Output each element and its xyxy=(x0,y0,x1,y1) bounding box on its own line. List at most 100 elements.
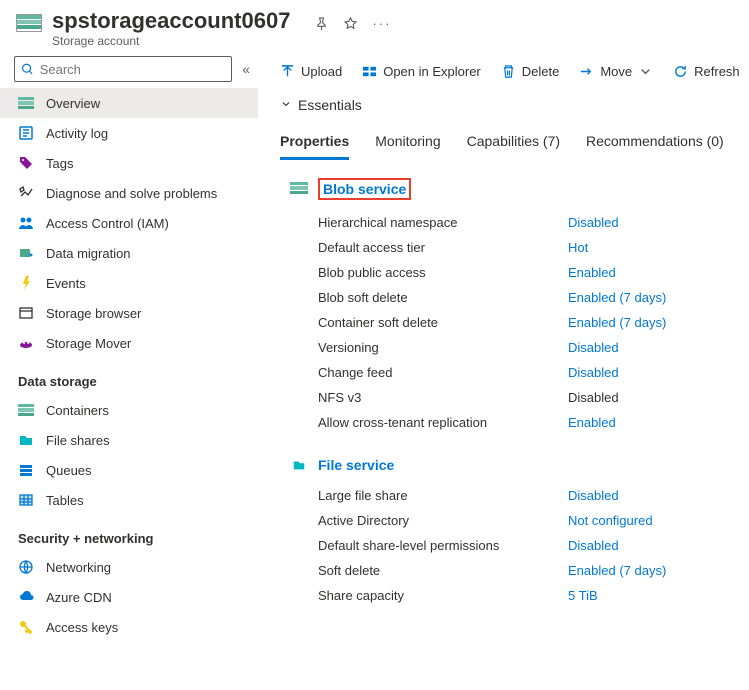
networking-icon xyxy=(18,559,34,575)
section-head-blob: Blob service xyxy=(290,178,749,200)
resource-title: spstorageaccount0607 xyxy=(52,8,290,34)
property-row: Hierarchical namespaceDisabled xyxy=(290,210,749,235)
property-value[interactable]: Disabled xyxy=(568,365,619,380)
nav-label: Queues xyxy=(46,463,92,478)
property-label: Blob soft delete xyxy=(318,290,568,305)
tab-recommendations-[interactable]: Recommendations (0) xyxy=(586,127,724,160)
property-value[interactable]: Enabled (7 days) xyxy=(568,563,666,578)
collapse-sidebar-icon[interactable]: « xyxy=(242,61,250,77)
containers-icon xyxy=(18,402,34,418)
property-label: Share capacity xyxy=(318,588,568,603)
file-icon xyxy=(290,458,308,472)
property-value[interactable]: 5 TiB xyxy=(568,588,598,603)
nav-item-fileshares[interactable]: File shares xyxy=(0,425,258,455)
property-value[interactable]: Disabled xyxy=(568,340,619,355)
nav-label: Networking xyxy=(46,560,111,575)
mover-icon xyxy=(18,335,34,351)
property-value[interactable]: Enabled xyxy=(568,265,616,280)
property-label: Blob public access xyxy=(318,265,568,280)
nav-item-mover[interactable]: Storage Mover xyxy=(0,328,258,358)
property-row: Default access tierHot xyxy=(290,235,749,260)
storage-account-icon xyxy=(16,14,42,32)
delete-button[interactable]: Delete xyxy=(501,64,560,79)
section-title-file[interactable]: File service xyxy=(318,457,394,473)
property-row: Change feedDisabled xyxy=(290,360,749,385)
nav-section-storage: Data storage xyxy=(0,358,258,395)
chevron-down-icon xyxy=(638,64,653,79)
property-row: Blob soft deleteEnabled (7 days) xyxy=(290,285,749,310)
nav-label: Activity log xyxy=(46,126,108,141)
nav-label: Containers xyxy=(46,403,109,418)
nav-label: Access keys xyxy=(46,620,118,635)
property-value[interactable]: Disabled xyxy=(568,215,619,230)
property-label: Allow cross-tenant replication xyxy=(318,415,568,430)
nav-item-cdn[interactable]: Azure CDN xyxy=(0,582,258,612)
nav-item-tables[interactable]: Tables xyxy=(0,485,258,515)
property-row: VersioningDisabled xyxy=(290,335,749,360)
nav-label: Data migration xyxy=(46,246,131,261)
property-row: Container soft deleteEnabled (7 days) xyxy=(290,310,749,335)
resource-header: spstorageaccount0607 Storage account ··· xyxy=(0,0,749,50)
nav-item-overview[interactable]: Overview xyxy=(0,88,258,118)
keys-icon xyxy=(18,619,34,635)
tables-icon xyxy=(18,492,34,508)
property-row: Allow cross-tenant replicationEnabled xyxy=(290,410,749,435)
iam-icon xyxy=(18,215,34,231)
property-value[interactable]: Hot xyxy=(568,240,588,255)
activity-icon xyxy=(18,125,34,141)
section-title-blob[interactable]: Blob service xyxy=(318,178,411,200)
property-value[interactable]: Enabled xyxy=(568,415,616,430)
nav-list: Overview Activity log TagsDiagnose and sol… xyxy=(0,88,258,690)
open-explorer-button[interactable]: Open in Explorer xyxy=(362,64,481,79)
tags-icon xyxy=(18,155,34,171)
property-label: Hierarchical namespace xyxy=(318,215,568,230)
toolbar: Upload Open in Explorer Delete Move xyxy=(276,58,749,89)
property-row: Active DirectoryNot configured xyxy=(290,508,749,533)
property-row: Blob public accessEnabled xyxy=(290,260,749,285)
fileshares-icon xyxy=(18,432,34,448)
overview-icon xyxy=(18,95,34,111)
property-value[interactable]: Not configured xyxy=(568,513,653,528)
property-value[interactable]: Disabled xyxy=(568,538,619,553)
property-row: Large file shareDisabled xyxy=(290,483,749,508)
more-icon[interactable]: ··· xyxy=(372,16,391,34)
property-value[interactable]: Enabled (7 days) xyxy=(568,315,666,330)
nav-item-queues[interactable]: Queues xyxy=(0,455,258,485)
nav-item-keys[interactable]: Access keys xyxy=(0,612,258,642)
blob-icon xyxy=(290,182,308,196)
nav-item-migration[interactable]: Data migration xyxy=(0,238,258,268)
property-value[interactable]: Enabled (7 days) xyxy=(568,290,666,305)
favorite-icon[interactable] xyxy=(343,16,358,34)
nav-item-iam[interactable]: Access Control (IAM) xyxy=(0,208,258,238)
tab-monitoring[interactable]: Monitoring xyxy=(375,127,440,160)
main-content: Upload Open in Explorer Delete Move xyxy=(258,50,749,690)
events-icon xyxy=(18,275,34,291)
tab-capabilities-[interactable]: Capabilities (7) xyxy=(467,127,560,160)
upload-button[interactable]: Upload xyxy=(280,64,342,79)
property-row: Share capacity5 TiB xyxy=(290,583,749,608)
property-label: Soft delete xyxy=(318,563,568,578)
property-value[interactable]: Disabled xyxy=(568,488,619,503)
move-button[interactable]: Move xyxy=(579,64,653,79)
nav-item-events[interactable]: Events xyxy=(0,268,258,298)
nav-label: File shares xyxy=(46,433,110,448)
chevron-down-icon xyxy=(280,98,292,113)
nav-item-activity[interactable]: Activity log xyxy=(0,118,258,148)
search-input[interactable] xyxy=(14,56,232,82)
property-label: Container soft delete xyxy=(318,315,568,330)
properties-content: Blob serviceHierarchical namespaceDisabl… xyxy=(276,160,749,690)
search-field[interactable] xyxy=(40,62,225,77)
pin-icon[interactable] xyxy=(314,16,329,34)
nav-item-tags[interactable]: Tags xyxy=(0,148,258,178)
property-label: Versioning xyxy=(318,340,568,355)
nav-item-containers[interactable]: Containers xyxy=(0,395,258,425)
nav-item-browser[interactable]: Storage browser xyxy=(0,298,258,328)
nav-label: Storage browser xyxy=(46,306,141,321)
essentials-toggle[interactable]: Essentials xyxy=(276,89,749,121)
refresh-button[interactable]: Refresh xyxy=(673,64,740,79)
tab-properties[interactable]: Properties xyxy=(280,127,349,160)
property-label: Active Directory xyxy=(318,513,568,528)
nav-item-networking[interactable]: Networking xyxy=(0,552,258,582)
nav-item-diagnose[interactable]: Diagnose and solve problems xyxy=(0,178,258,208)
property-label: NFS v3 xyxy=(318,390,568,405)
